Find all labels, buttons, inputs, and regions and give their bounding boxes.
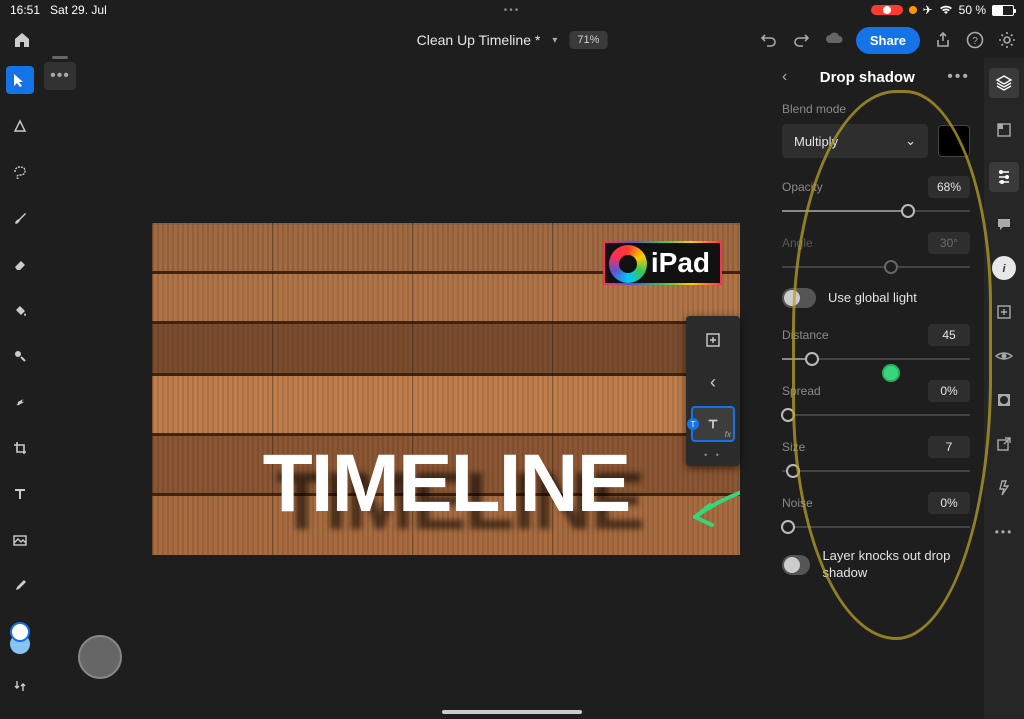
spread-label: Spread [782, 384, 821, 398]
swap-colors[interactable] [6, 672, 34, 700]
mask-button[interactable] [992, 388, 1016, 412]
adjustments-panel-button[interactable] [989, 162, 1019, 192]
angle-value: 30° [928, 232, 970, 254]
add-layer-button[interactable] [691, 322, 735, 358]
distance-value[interactable]: 45 [928, 324, 970, 346]
panel-back-button[interactable]: ‹ [782, 68, 787, 86]
noise-label: Noise [782, 496, 813, 510]
redo-button[interactable] [792, 31, 810, 49]
transform-tool[interactable] [6, 112, 34, 140]
global-light-label: Use global light [828, 290, 917, 307]
comments-button[interactable] [992, 212, 1016, 236]
status-time: 16:51 [10, 3, 40, 17]
more-button[interactable]: ••• [992, 520, 1016, 544]
spread-value[interactable]: 0% [928, 380, 970, 402]
knockout-toggle[interactable] [782, 555, 810, 575]
smudge-tool[interactable] [6, 342, 34, 370]
title-dropdown-icon[interactable]: ▾ [552, 35, 557, 46]
add-button[interactable] [992, 300, 1016, 324]
fill-tool[interactable] [6, 296, 34, 324]
fx-badge: fx [725, 430, 731, 439]
layers-panel-button[interactable] [989, 68, 1019, 98]
status-date: Sat 29. Jul [50, 3, 107, 17]
svg-text:i: i [1002, 263, 1006, 275]
size-label: Size [782, 440, 805, 454]
panel-title: Drop shadow [820, 69, 915, 86]
lasso-tool[interactable] [6, 158, 34, 186]
canvas[interactable]: iPad TIMELINE [152, 223, 740, 555]
global-light-toggle[interactable] [782, 288, 816, 308]
battery-pct: 50 % [959, 3, 986, 17]
blend-mode-value: Multiply [794, 134, 838, 149]
right-toolbar: i ••• [984, 58, 1024, 719]
recording-indicator [871, 5, 903, 15]
tool-options-button[interactable]: ••• [44, 62, 76, 90]
text-layer-indicator: T [687, 418, 699, 430]
place-tool[interactable] [6, 526, 34, 554]
foreground-color[interactable] [10, 622, 30, 642]
visibility-button[interactable] [992, 344, 1016, 368]
svg-text:?: ? [972, 36, 978, 47]
ipad-badge-text: iPad [651, 247, 710, 278]
export-icon[interactable] [934, 31, 952, 49]
noise-slider[interactable] [782, 520, 970, 534]
top-bar: ••• Clean Up Timeline * ▾ 71% Share ? [0, 20, 1024, 60]
help-icon[interactable]: ? [966, 31, 984, 49]
opacity-label: Opacity [782, 180, 823, 194]
wifi-icon [939, 5, 953, 15]
quick-actions-button[interactable] [992, 476, 1016, 500]
properties-panel: ‹ Drop shadow ••• Blend mode Multiply ⌄ … [768, 58, 984, 719]
color-swatches[interactable] [10, 622, 30, 654]
collapse-button[interactable]: ‹ [691, 364, 735, 400]
size-slider[interactable] [782, 464, 970, 478]
text-tool[interactable] [6, 480, 34, 508]
battery-icon [992, 5, 1014, 16]
text-layer-thumbnail[interactable]: T fx [691, 406, 735, 442]
green-arrow-annotation [680, 477, 740, 537]
size-value[interactable]: 7 [928, 436, 970, 458]
crop-tool[interactable] [6, 434, 34, 462]
properties-panel-button[interactable] [992, 118, 1016, 142]
angle-label: Angle [782, 236, 813, 250]
airplane-icon: ✈ [923, 3, 933, 17]
eyedropper-tool[interactable] [6, 572, 34, 600]
opacity-value[interactable]: 68% [928, 176, 970, 198]
handle-dots[interactable]: ••• [504, 5, 521, 16]
cloud-icon[interactable] [824, 31, 842, 49]
undo-button[interactable] [760, 31, 778, 49]
layer-strip: ‹ T fx • • [686, 316, 740, 466]
timeline-text-layer[interactable]: TIMELINE [263, 437, 630, 531]
info-button[interactable]: i [992, 256, 1016, 280]
document-title[interactable]: Clean Up Timeline * [417, 32, 541, 48]
angle-slider [782, 260, 970, 274]
brush-preview[interactable] [78, 635, 122, 679]
blend-mode-label: Blend mode [782, 102, 970, 116]
left-toolbar [0, 60, 40, 719]
shadow-color-well[interactable] [938, 125, 970, 157]
pagination-dots[interactable]: • • [704, 450, 722, 460]
noise-value[interactable]: 0% [928, 492, 970, 514]
blend-mode-dropdown[interactable]: Multiply ⌄ [782, 124, 928, 158]
ipad-badge: iPad [603, 241, 722, 285]
home-button[interactable] [8, 26, 36, 54]
panel-menu-button[interactable]: ••• [947, 68, 970, 86]
zoom-level[interactable]: 71% [569, 31, 607, 49]
chevron-down-icon: ⌄ [905, 133, 916, 149]
export-panel-button[interactable] [992, 432, 1016, 456]
distance-label: Distance [782, 328, 829, 342]
move-tool[interactable] [6, 66, 34, 94]
distance-slider[interactable] [782, 352, 970, 366]
brush-tool[interactable] [6, 204, 34, 232]
healing-tool[interactable] [6, 388, 34, 416]
settings-icon[interactable] [998, 31, 1016, 49]
eraser-tool[interactable] [6, 250, 34, 278]
spread-slider[interactable] [782, 408, 970, 422]
share-button[interactable]: Share [856, 27, 920, 54]
secondary-toolbar: ••• [44, 62, 76, 90]
knockout-label: Layer knocks out drop shadow [822, 548, 970, 582]
opacity-slider[interactable] [782, 204, 970, 218]
privacy-dot [909, 6, 917, 14]
resolve-logo-icon [609, 245, 647, 283]
home-indicator[interactable] [442, 710, 582, 714]
